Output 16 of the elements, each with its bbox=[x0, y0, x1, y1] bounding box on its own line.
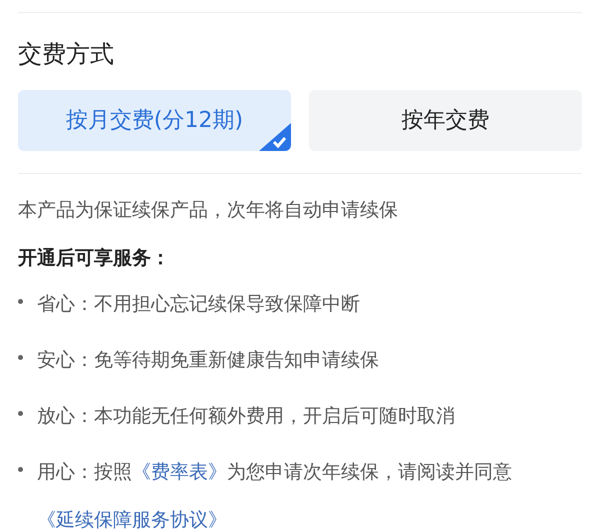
services-title: 开通后可享服务： bbox=[18, 246, 171, 271]
agreement-link[interactable]: 《延续保障服务协议》 bbox=[37, 509, 227, 531]
service-item: 放心：本功能无任何额外费用，开启后可随时取消 bbox=[37, 404, 456, 429]
payment-option[interactable]: 按月交费(分12期) bbox=[18, 90, 291, 151]
section-title: 交费方式 bbox=[18, 39, 115, 70]
service-item: 省心：不用担心忘记续保导致保障中断 bbox=[37, 292, 361, 317]
bullet-icon bbox=[18, 355, 23, 360]
payment-option[interactable]: 按年交费 bbox=[309, 90, 582, 151]
bullet-icon bbox=[18, 467, 23, 472]
bullet-icon bbox=[18, 299, 23, 304]
note-text: 本产品为保证续保产品，次年将自动申请续保 bbox=[18, 198, 399, 223]
bullet-icon bbox=[18, 411, 23, 416]
service-item: 安心：免等待期免重新健康告知申请续保 bbox=[37, 348, 380, 373]
check-icon bbox=[259, 123, 291, 151]
service-item: 用心：按照《费率表》为您申请次年续保，请阅读并同意 《延续保障服务协议》 bbox=[37, 460, 513, 532]
agreement-link[interactable]: 《费率表》 bbox=[132, 461, 227, 483]
